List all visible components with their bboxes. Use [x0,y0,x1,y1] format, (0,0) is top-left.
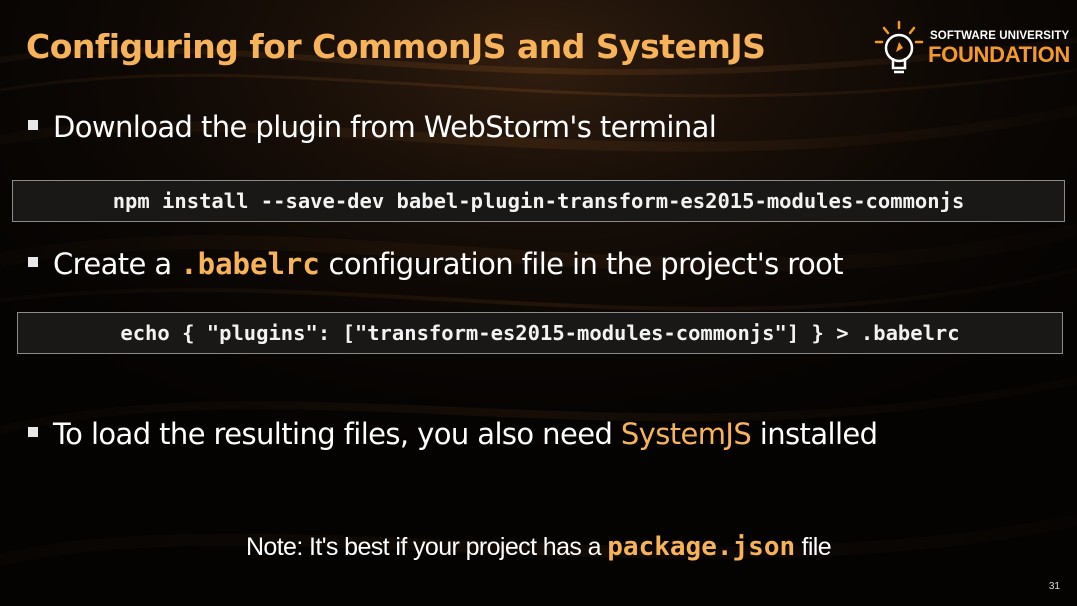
bullet-square-icon [28,427,38,437]
lightbulb-icon [874,20,924,74]
bullet-text-before: Create a [53,247,181,281]
bullet-text-after: configuration file in the project's root [319,247,844,281]
note-text-before: Note: It's best if your project has a [245,533,608,561]
logo-text-top: SOFTWARE UNIVERSITY [930,30,1070,42]
inline-code-package-json: package.json [607,532,796,562]
bullet-create-babelrc: Create a .babelrc configuration file in … [28,247,844,281]
bullet-text: Download the plugin from WebStorm's term… [53,110,717,144]
bullet-square-icon [28,120,38,130]
bullet-text-before: To load the resulting files, you also ne… [53,417,621,451]
code-text: npm install --save-dev babel-plugin-tran… [112,189,965,213]
inline-code-babelrc: .babelrc [180,247,320,281]
softuni-logo: SOFTWARE UNIVERSITY FOUNDATION [872,18,1071,80]
code-block-npm-install: npm install --save-dev babel-plugin-tran… [12,180,1065,222]
highlight-systemjs: SystemJS [620,417,752,451]
background-swoosh [0,0,1077,606]
logo-text-main: FOUNDATION [928,42,1071,67]
bullet-systemjs: To load the resulting files, you also ne… [28,417,878,451]
note-package-json: Note: It's best if your project has a pa… [0,532,1077,562]
code-text: echo { "plugins": ["transform-es2015-mod… [120,321,960,345]
note-text-after: file [795,533,832,561]
slide-title: Configuring for CommonJS and SystemJS [26,27,766,66]
code-block-echo-babelrc: echo { "plugins": ["transform-es2015-mod… [17,312,1063,354]
bullet-square-icon [28,257,38,267]
bullet-text-after: installed [751,417,878,451]
page-number: 31 [1048,581,1060,592]
bullet-download-plugin: Download the plugin from WebStorm's term… [28,110,717,144]
